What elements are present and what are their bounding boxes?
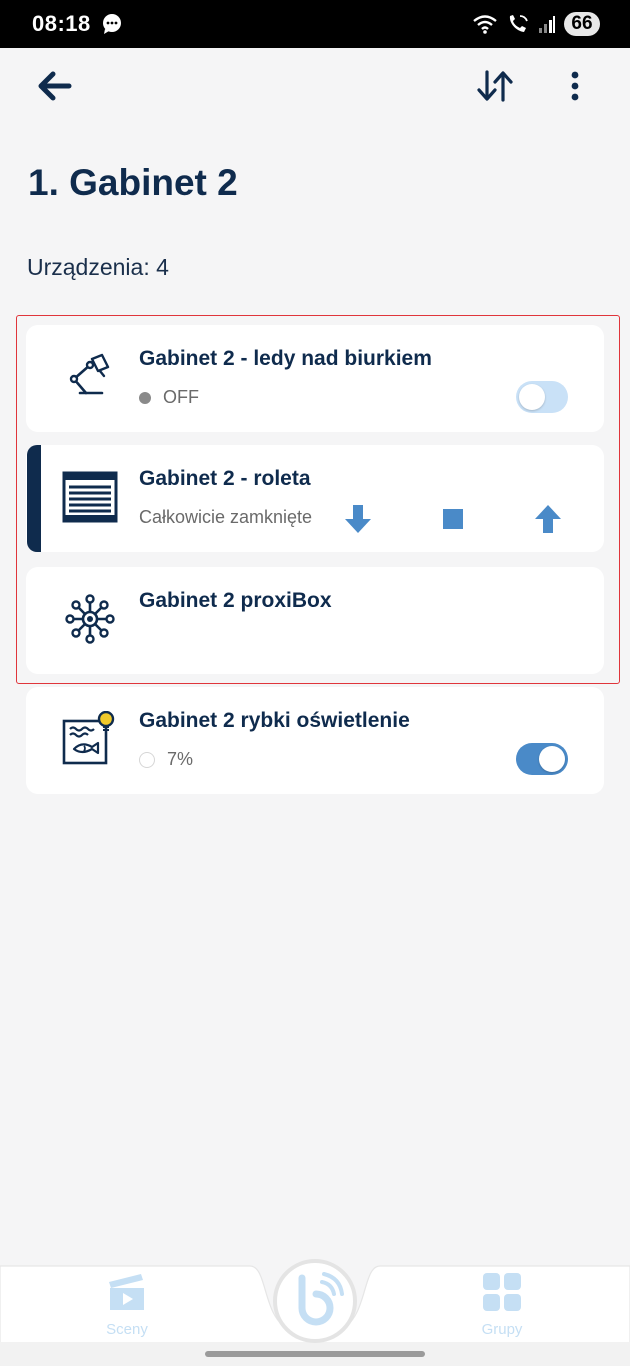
arrow-up-icon [535, 505, 561, 533]
blind-down-button[interactable] [340, 501, 376, 537]
center-home-button[interactable] [272, 1258, 358, 1344]
toggle-knob [519, 384, 545, 410]
page-title: 1. Gabinet 2 [28, 162, 238, 203]
scenes-clapperboard-icon [109, 1274, 144, 1310]
arrow-left-icon [38, 71, 72, 101]
hub-network-icon [65, 594, 115, 644]
more-vertical-icon [571, 71, 579, 101]
bottom-navigation: Sceny Grupy [0, 1258, 630, 1366]
brand-logo-icon [273, 1259, 357, 1343]
device-card-aquarium-light[interactable]: Gabinet 2 rybki oświetlenie 7% [26, 687, 604, 794]
wifi-call-icon [509, 15, 528, 32]
groups-grid-icon [483, 1273, 521, 1311]
stop-icon [443, 509, 463, 529]
desk-lamp-icon [69, 353, 110, 395]
sort-icon [477, 70, 513, 102]
toggle-knob [539, 746, 565, 772]
chat-bubble-icon [102, 14, 121, 34]
status-left: 08:18 [32, 11, 123, 37]
status-dot [139, 391, 151, 404]
device-name: Gabinet 2 rybki oświetlenie [139, 709, 410, 732]
blind-stop-button[interactable] [435, 501, 471, 537]
device-toggle-switch[interactable] [516, 381, 568, 413]
device-status-text: OFF [163, 387, 199, 407]
selected-accent-bar [27, 445, 41, 552]
device-name: Gabinet 2 proxiBox [139, 589, 332, 612]
nav-item-groups[interactable]: Grupy [457, 1272, 547, 1338]
status-bar: 08:18 66 [0, 0, 630, 48]
device-count-label: Urządzenia: [27, 254, 150, 280]
sort-button[interactable] [471, 62, 519, 110]
signal-icon [539, 16, 555, 33]
device-name: Gabinet 2 - ledy nad biurkiem [139, 347, 432, 370]
roller-blind-icon [62, 471, 118, 523]
nav-item-scenes[interactable]: Sceny [82, 1272, 172, 1338]
app-bar [0, 48, 630, 124]
device-status-text: Całkowicie zamknięte [139, 507, 313, 527]
device-status: 7% [139, 749, 193, 770]
status-time: 08:18 [32, 11, 91, 36]
device-status-text: 7% [167, 749, 194, 769]
device-name: Gabinet 2 - roleta [139, 467, 311, 490]
blind-up-button[interactable] [530, 501, 566, 537]
device-card-proxibox[interactable]: Gabinet 2 proxiBox [26, 567, 604, 674]
battery-indicator: 66 [564, 12, 600, 36]
status-right: 66 [472, 12, 600, 36]
device-card-roller-blind[interactable]: Gabinet 2 - roleta Całkowicie zamknięte [26, 445, 604, 552]
home-indicator[interactable] [205, 1351, 425, 1357]
nav-label: Grupy [481, 1321, 523, 1338]
device-toggle-switch[interactable] [516, 743, 568, 775]
status-dot [139, 751, 155, 768]
device-card-desk-leds[interactable]: Gabinet 2 - ledy nad biurkiem OFF [26, 325, 604, 432]
arrow-down-icon [345, 505, 371, 533]
device-count: Urządzenia: 4 [27, 254, 169, 281]
wifi-icon [473, 15, 497, 34]
device-count-value: 4 [156, 254, 169, 280]
more-options-button[interactable] [551, 62, 599, 110]
back-button[interactable] [30, 62, 78, 110]
nav-label: Sceny [106, 1321, 148, 1338]
device-status: Całkowicie zamknięte [139, 507, 312, 528]
aquarium-light-icon [62, 711, 115, 765]
device-status: OFF [139, 387, 199, 408]
